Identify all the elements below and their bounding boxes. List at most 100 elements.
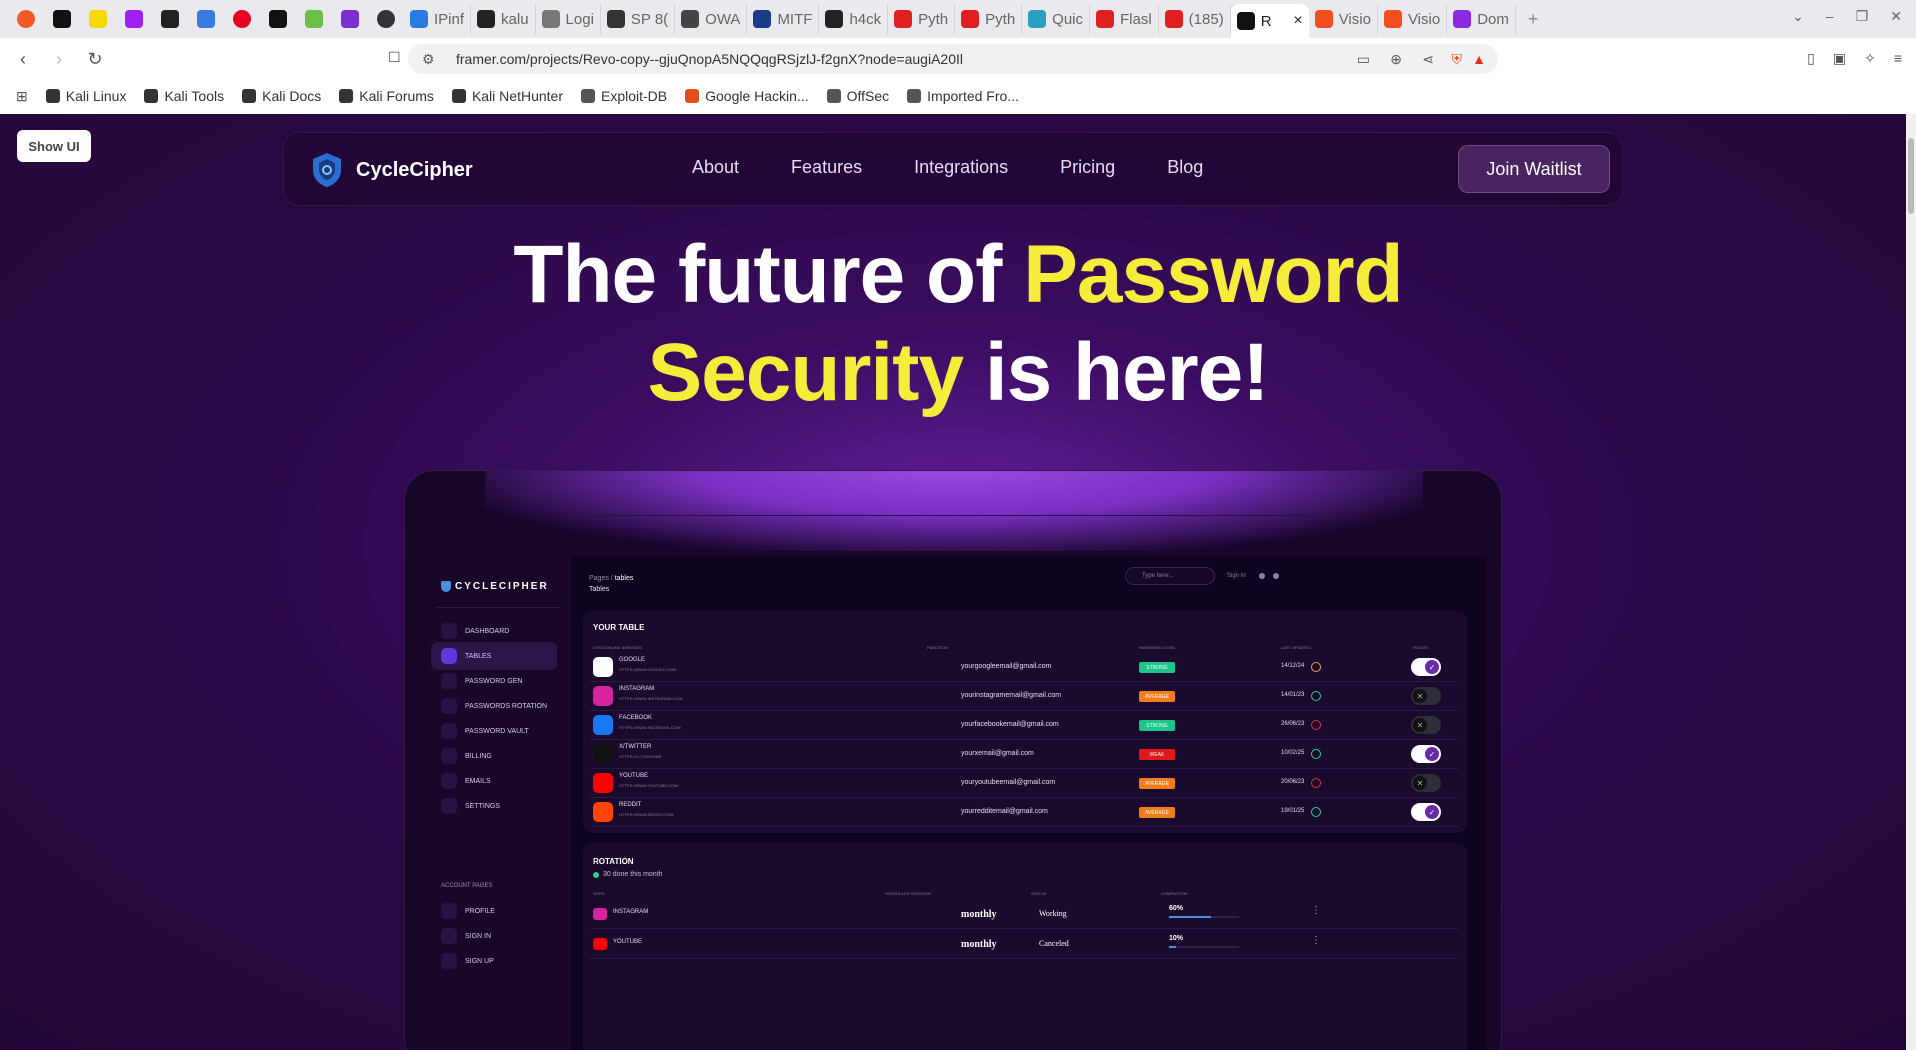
nav-integrations[interactable]: Integrations [888,157,1034,178]
bookmark-item[interactable]: Kali Forums [339,88,434,104]
nav-blog[interactable]: Blog [1141,157,1229,178]
account-item[interactable]: Sign In [431,922,557,950]
site-url[interactable]: https://www.reddit.com/ [619,812,674,817]
gear-icon[interactable] [1259,573,1265,579]
site-url[interactable]: https://www.facebook.com/ [619,725,681,730]
sidebar-item[interactable]: Passwords Rotation [431,692,557,720]
forward-icon[interactable]: › [46,46,72,72]
browser-tab[interactable]: h4ck [819,4,889,34]
rotate-toggle[interactable]: ✓ [1411,803,1441,821]
active-tab[interactable]: R × [1230,4,1309,38]
browser-tab[interactable]: kalu [471,4,536,34]
sidebar-item[interactable]: Password vault [431,717,557,745]
browser-tab[interactable]: Quic [1022,4,1090,34]
account-item[interactable]: Profile [431,897,557,925]
browser-tab[interactable]: SP 8( [601,4,676,34]
pinned-tab[interactable] [80,4,116,34]
leo-ai-icon[interactable]: ✧ [1864,50,1876,67]
bookmark-item[interactable]: Exploit-DB [580,88,667,104]
browser-tab[interactable]: Visio [1378,4,1448,34]
join-waitlist-button[interactable]: Join Waitlist [1458,145,1610,193]
zoom-icon[interactable]: ⊕ [1390,51,1402,68]
browser-tab[interactable]: Pyth [888,4,956,34]
sidebar-item[interactable]: Emails [431,767,557,795]
browser-tab[interactable]: Visio [1309,4,1378,34]
scrollbar-thumb[interactable] [1908,138,1914,214]
nav-features[interactable]: Features [765,157,888,178]
browser-tab[interactable]: (185) [1159,4,1231,34]
bookmark-item[interactable]: Kali Linux [45,88,126,104]
browser-tab[interactable]: IPinf [404,4,472,34]
wallet-icon[interactable]: ▣ [1833,50,1846,67]
pinned-tab[interactable] [296,4,332,34]
sidebar-item[interactable]: Billing [431,742,557,770]
sidebar-icon[interactable]: ▯ [1807,50,1815,67]
new-tab-button[interactable]: + [1528,9,1539,30]
minimize-icon[interactable]: – [1826,8,1834,25]
bookmark-item[interactable]: Kali Docs [242,88,321,104]
glow [485,471,1423,551]
pinned-tab[interactable] [8,4,44,34]
pinned-tab[interactable] [152,4,188,34]
site-url[interactable]: https://www.youtube.com/ [619,783,679,788]
site-url[interactable]: https://www.instagram.com/ [619,696,683,701]
breadcrumb: Pages / tables [589,575,633,582]
pinned-tab[interactable] [332,4,368,34]
browser-tab[interactable]: Pyth [955,4,1023,34]
sign-in-link[interactable]: Sign In [1227,573,1246,579]
sidebar-item[interactable]: Dashboard [431,617,557,645]
rotate-toggle[interactable]: ✕ [1411,716,1441,734]
search-input[interactable]: Type here... [1125,567,1215,585]
brave-rewards-icon[interactable]: ▲ [1472,51,1486,67]
browser-tab[interactable]: MITF [747,4,820,34]
site-info-icon[interactable]: ⚙ [422,51,435,68]
close-window-icon[interactable]: ✕ [1890,8,1902,25]
breadcrumb-parent[interactable]: Pages [589,575,609,582]
browser-tab[interactable]: Logi [536,4,601,34]
rotate-toggle[interactable]: ✓ [1411,745,1441,763]
bookmark-item[interactable]: Kali Tools [144,88,224,104]
bookmark-item[interactable]: Imported Fro... [907,88,1019,104]
bookmark-item[interactable]: Kali NetHunter [451,88,563,104]
site-logo-icon [593,657,613,677]
sidebar-item[interactable]: Tables [431,642,557,670]
rotate-toggle[interactable]: ✕ [1411,774,1441,792]
brave-shield-icon[interactable]: ⛨ [1452,51,1463,68]
reload-icon[interactable]: ↻ [82,46,108,72]
rotate-toggle[interactable]: ✓ [1411,658,1441,676]
bell-icon[interactable] [1273,573,1279,579]
pinned-tab[interactable] [368,4,404,34]
pinned-tab[interactable] [116,4,152,34]
browser-tab[interactable]: OWA [675,4,748,34]
restore-icon[interactable]: ❐ [1856,8,1869,25]
nav-pricing[interactable]: Pricing [1034,157,1141,178]
pinned-tab[interactable] [224,4,260,34]
nav-about[interactable]: About [666,157,765,178]
tab-search-icon[interactable]: ⌄ [1792,8,1804,25]
url-bar[interactable]: ⚙ framer.com/projects/Revo-copy--gjuQnop… [408,44,1498,74]
browser-tab[interactable]: Flasl [1090,4,1159,34]
bookmark-icon[interactable]: ☐ [388,49,401,66]
apps-grid-icon[interactable]: ⊞ [16,88,28,105]
browser-tab[interactable]: Dom [1447,4,1516,34]
pinned-tab[interactable] [188,4,224,34]
install-icon[interactable]: ▭ [1357,51,1370,68]
sidebar-item[interactable]: Settings [431,792,557,820]
site-url[interactable]: https://www.google.com/ [619,667,677,672]
pinned-tab[interactable] [260,4,296,34]
rotate-toggle[interactable]: ✕ [1411,687,1441,705]
site-logo[interactable]: CycleCipher [310,151,473,189]
account-item[interactable]: Sign Up [431,947,557,975]
bookmark-item[interactable]: OffSec [826,88,889,104]
bookmark-item[interactable]: Google Hackin... [685,88,809,104]
share-icon[interactable]: ⋖ [1422,51,1434,68]
sidebar-item[interactable]: Password Gen [431,667,557,695]
more-options-icon[interactable]: ⋮ [1311,905,1321,916]
more-options-icon[interactable]: ⋮ [1311,935,1321,946]
back-icon[interactable]: ‹ [10,46,36,72]
menu-icon[interactable]: ≡ [1894,50,1902,67]
site-url[interactable]: https://x.com/home [619,754,662,759]
show-ui-button[interactable]: Show UI [17,130,91,162]
pinned-tab[interactable] [44,4,80,34]
close-tab-icon[interactable]: × [1293,12,1302,30]
